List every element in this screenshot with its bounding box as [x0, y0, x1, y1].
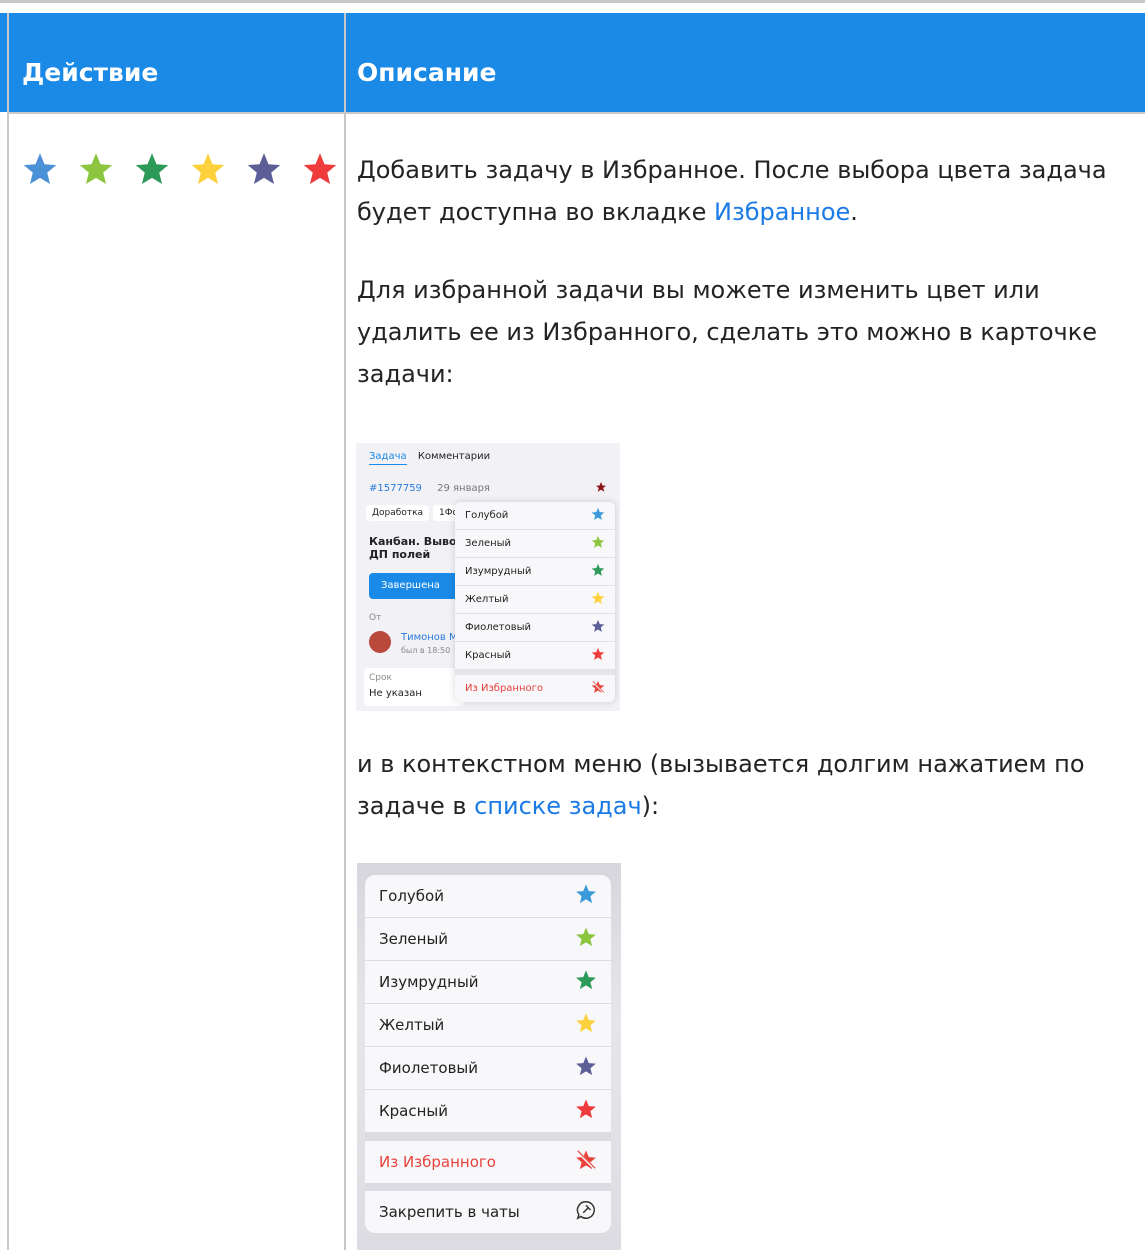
star-blue-icon: [591, 507, 605, 524]
menu-separator: [365, 1133, 611, 1141]
menu-item-pin-to-chats[interactable]: Закрепить в чаты: [365, 1191, 611, 1233]
menu-item-green[interactable]: Зеленый: [455, 530, 615, 558]
pin-chat-icon: [575, 1199, 597, 1225]
header-description: Описание: [357, 58, 497, 87]
star-dark-red-icon: [595, 481, 607, 496]
star-blue-icon[interactable]: [22, 151, 58, 187]
star-emerald-icon: [575, 969, 597, 995]
menu-item-label: Изумрудный: [379, 973, 479, 991]
star-blue-icon: [575, 883, 597, 909]
desc-p3-text: и в контекстном меню (вызывается долгим …: [357, 750, 1085, 820]
task-card-screenshot: Задача Комментарии #1577759 29 января До…: [356, 443, 620, 711]
task-id: #1577759: [369, 483, 422, 494]
desc-p1-end: .: [850, 198, 858, 226]
menu-item-emerald[interactable]: Изумрудный: [365, 961, 611, 1004]
menu-item-label: Голубой: [379, 887, 444, 905]
star-colors-row: [22, 151, 338, 187]
star-emerald-icon[interactable]: [134, 151, 170, 187]
star-violet-icon: [591, 619, 605, 636]
menu-item-label: Изумрудный: [465, 566, 532, 577]
star-yellow-icon: [575, 1012, 597, 1038]
desc-p2-text: Для избранной задачи вы можете изменить …: [357, 276, 1097, 388]
tag-item: Доработка: [366, 505, 430, 521]
menu-item-remove-favorite[interactable]: Из Избранного: [365, 1141, 611, 1183]
task-meta: #1577759 29 января: [369, 483, 490, 494]
task-tabs: Задача Комментарии: [369, 451, 491, 465]
user-name: Тимонов М: [401, 632, 458, 643]
star-violet-icon: [575, 1055, 597, 1081]
menu-item-red[interactable]: Красный: [455, 642, 615, 670]
menu-item-label: Из Избранного: [379, 1153, 496, 1171]
star-green-icon: [575, 926, 597, 952]
table-column-divider: [344, 13, 346, 1250]
tab-task: Задача: [369, 451, 407, 465]
menu-item-label: Желтый: [465, 594, 509, 605]
unstar-icon: [575, 1149, 597, 1175]
menu-item-label: Закрепить в чаты: [379, 1203, 520, 1221]
task-list-link[interactable]: списке задач: [474, 792, 642, 820]
menu-item-label: Зеленый: [465, 538, 512, 549]
table-header: Действие Описание: [0, 13, 1145, 112]
star-green-icon[interactable]: [78, 151, 114, 187]
from-label: От: [369, 613, 382, 623]
menu-item-label: Красный: [465, 650, 512, 661]
desc-paragraph-1: Добавить задачу в Избранное. После выбор…: [357, 149, 1142, 233]
task-date: 29 января: [437, 483, 490, 494]
menu-item-blue[interactable]: Голубой: [365, 875, 611, 918]
menu-item-violet[interactable]: Фиолетовый: [365, 1047, 611, 1090]
favorite-color-menu: Голубой Зеленый Изумрудный Желтый Фиолетовый…: [455, 502, 615, 702]
menu-item-label: Фиолетовый: [465, 622, 532, 633]
avatar: [369, 631, 391, 653]
due-label: Срок: [369, 673, 392, 683]
tab-comments: Комментарии: [417, 451, 491, 462]
document-table: Действие Описание Добавить задачу в Избр…: [0, 0, 1145, 1250]
unstar-icon: [591, 680, 605, 697]
star-green-icon: [591, 535, 605, 552]
menu-separator: [365, 1183, 611, 1191]
menu-item-emerald[interactable]: Изумрудный: [455, 558, 615, 586]
menu-item-label: Зеленый: [379, 930, 449, 948]
star-red-icon[interactable]: [302, 151, 338, 187]
menu-item-label: Фиолетовый: [379, 1059, 479, 1077]
menu-item-blue[interactable]: Голубой: [455, 502, 615, 530]
favorites-link[interactable]: Избранное: [714, 198, 850, 226]
star-yellow-icon[interactable]: [190, 151, 226, 187]
menu-item-yellow[interactable]: Желтый: [455, 586, 615, 614]
context-menu-screenshot: Голубой Зеленый Изумрудный Желтый Фиолетовый…: [357, 863, 621, 1250]
table-left-border: [7, 13, 9, 1250]
star-emerald-icon: [591, 563, 605, 580]
menu-item-label: Красный: [379, 1102, 449, 1120]
menu-item-violet[interactable]: Фиолетовый: [455, 614, 615, 642]
menu-item-remove-favorite[interactable]: Из Избранного: [455, 675, 615, 702]
table-header-divider: [7, 112, 1145, 114]
star-red-icon: [591, 647, 605, 664]
menu-item-green[interactable]: Зеленый: [365, 918, 611, 961]
context-menu: Голубой Зеленый Изумрудный Желтый Фиолетовый…: [365, 875, 611, 1233]
desc-paragraph-2: Для избранной задачи вы можете изменить …: [357, 269, 1142, 395]
star-yellow-icon: [591, 591, 605, 608]
menu-item-red[interactable]: Красный: [365, 1090, 611, 1133]
menu-item-label: Из Избранного: [465, 683, 543, 694]
user-last-seen: был в 18:50: [401, 646, 451, 655]
due-value: Не указан: [369, 688, 422, 699]
star-violet-icon[interactable]: [246, 151, 282, 187]
menu-item-yellow[interactable]: Желтый: [365, 1004, 611, 1047]
desc-p3-end: ):: [641, 792, 660, 820]
header-action: Действие: [22, 58, 159, 87]
star-red-icon: [575, 1098, 597, 1124]
menu-item-label: Голубой: [465, 510, 509, 521]
desc-paragraph-3: и в контекстном меню (вызывается долгим …: [357, 743, 1142, 827]
menu-item-label: Желтый: [379, 1016, 445, 1034]
